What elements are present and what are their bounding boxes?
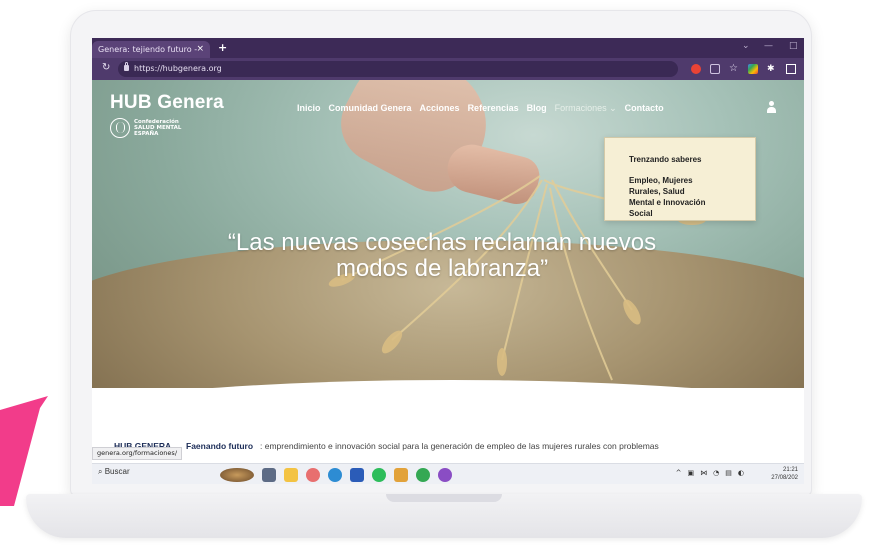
dropdown-item-empleo-line2[interactable]: Rurales, Salud [629, 186, 685, 197]
word-icon[interactable] [350, 467, 364, 482]
dropdown-item-trenzando-saberes[interactable]: Trenzando saberes [629, 154, 701, 165]
clock-date: 27/08/202 [771, 475, 798, 481]
minimize-icon[interactable]: — [764, 41, 773, 51]
google-icon[interactable] [691, 64, 701, 74]
address-bar[interactable]: https://hubgenera.org [118, 61, 678, 77]
nav-formaciones[interactable]: Formaciones ⌄ [555, 103, 617, 114]
maximize-icon[interactable]: □ [789, 41, 798, 51]
nav-acciones[interactable]: Acciones [420, 103, 460, 114]
puzzle-icon[interactable]: ✱ [767, 64, 777, 74]
reload-icon[interactable]: ↻ [102, 62, 110, 73]
dropdown-item-empleo-line4[interactable]: Social [629, 208, 653, 219]
clock-time: 21:21 [782, 467, 798, 473]
laptop-notch [386, 494, 502, 502]
app-icon[interactable] [306, 467, 320, 482]
site-navigation: Inicio Comunidad Genera Acciones Referen… [297, 103, 672, 114]
tab-title: Genera: tejiendo futuro - [98, 45, 198, 54]
telegram-icon[interactable] [328, 467, 342, 482]
body-title: Faenando futuro [186, 441, 254, 451]
task-view-icon[interactable] [262, 467, 276, 482]
sidebar-icon[interactable] [786, 64, 796, 74]
tray-network-icon[interactable]: ⋈ [700, 469, 707, 477]
partner-logo-icon [110, 118, 130, 138]
formaciones-dropdown: Trenzando saberes Empleo, Mujeres Rurale… [604, 137, 756, 221]
laptop-screen: Genera: tejiendo futuro - × + ⌄ — □ ↻ ht… [92, 38, 804, 484]
chrome-icon[interactable] [416, 467, 430, 482]
partner-logo[interactable]: Confederación SALUD MENTAL ESPAÑA [110, 118, 181, 138]
weather-widget-icon[interactable] [220, 467, 254, 482]
hero-quote-line: “Las nuevas cosechas reclaman nuevos [227, 229, 657, 256]
nav-inicio[interactable]: Inicio [297, 103, 321, 114]
browser-tab-bar: Genera: tejiendo futuro - × + ⌄ — □ [92, 38, 804, 58]
tray-chevron-icon[interactable]: ^ [676, 469, 682, 477]
pink-brush-stroke [0, 396, 48, 506]
nav-referencias[interactable]: Referencias [468, 103, 519, 114]
share-icon[interactable] [710, 64, 720, 74]
star-icon[interactable]: ☆ [729, 64, 739, 74]
nav-contacto[interactable]: Contacto [625, 103, 664, 114]
dropdown-item-empleo[interactable]: Empleo, Mujeres [629, 175, 693, 186]
taskbar-apps [220, 466, 452, 483]
body-text: : emprendimiento e innovación social par… [260, 441, 659, 451]
hero-quote: “Las nuevas cosechas reclaman nuevos mod… [182, 230, 702, 282]
hero-quote-line: modos de labranza” [335, 255, 549, 282]
browser-tab[interactable]: Genera: tejiendo futuro - × [92, 41, 210, 58]
search-label: Buscar [104, 467, 130, 476]
intro-paragraph: HUB GENERA Faenando futuro : emprendimie… [92, 441, 804, 455]
partner-logo-line: ESPAÑA [134, 131, 159, 137]
tray-battery-icon[interactable]: ▣ [688, 469, 695, 477]
lock-icon [124, 62, 129, 71]
whatsapp-icon[interactable] [372, 467, 386, 482]
user-icon[interactable] [767, 101, 776, 113]
tab-close-icon[interactable]: × [196, 41, 204, 58]
nav-comunidad-genera[interactable]: Comunidad Genera [329, 103, 412, 114]
taskbar-search[interactable]: ⌕ Buscar [98, 467, 130, 477]
app-icon[interactable] [394, 467, 408, 482]
new-tab-button[interactable]: + [218, 41, 227, 54]
tray-notification-icon[interactable]: ◐ [738, 469, 744, 477]
system-tray: ^ ▣ ⋈ ◔ ▤ ◐ [676, 469, 744, 477]
file-explorer-icon[interactable] [284, 467, 298, 482]
site-logo[interactable]: HUB Genera [110, 92, 224, 114]
tray-keyboard-icon[interactable]: ▤ [725, 469, 732, 477]
link-status-tooltip: genera.org/formaciones/ [92, 447, 183, 460]
color-extension-icon[interactable] [748, 64, 758, 74]
taskbar: ⌕ Buscar ^ ▣ ⋈ ◔ ▤ ◐ 21:21 27/08/202 [92, 463, 804, 484]
tray-volume-icon[interactable]: ◔ [713, 469, 719, 477]
browser-toolbar: ↻ https://hubgenera.org ☆ ✱ [92, 58, 804, 80]
address-url: https://hubgenera.org [134, 64, 222, 73]
extension-toolbar: ☆ ✱ [691, 61, 796, 77]
search-icon: ⌕ [98, 467, 103, 476]
tab-search-icon[interactable]: ⌄ [742, 41, 750, 51]
nav-blog[interactable]: Blog [527, 103, 547, 114]
taskbar-clock[interactable]: 21:21 27/08/202 [771, 466, 798, 482]
chrome-profile-icon[interactable] [438, 467, 452, 482]
dropdown-item-empleo-line3[interactable]: Mental e Innovación [629, 197, 705, 208]
